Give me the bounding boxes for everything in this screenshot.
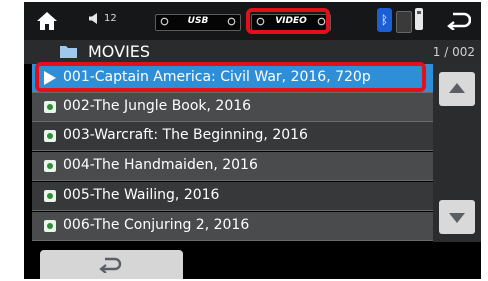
file-title: 005-The Wailing, 2016: [63, 187, 220, 203]
file-row[interactable]: 002-The Jungle Book, 2016: [32, 93, 433, 122]
video-source-highlight: [246, 8, 330, 34]
phone-icon: [396, 11, 412, 33]
video-file-icon: [44, 190, 56, 202]
home-icon[interactable]: [36, 11, 58, 31]
file-row[interactable]: 004-The Handmaiden, 2016: [32, 152, 433, 181]
folder-name: MOVIES: [88, 42, 151, 61]
back-icon[interactable]: [447, 12, 471, 30]
scroll-up-button[interactable]: [439, 72, 475, 106]
scroll-down-button[interactable]: [439, 200, 475, 234]
refresh-icon: [227, 17, 236, 26]
file-title: 002-The Jungle Book, 2016: [63, 98, 252, 114]
file-title: 004-The Handmaiden, 2016: [63, 157, 258, 173]
arrow-up-icon: [449, 83, 465, 93]
playing-row-highlight: [35, 62, 426, 92]
volume-icon: [89, 13, 97, 24]
video-file-icon: [44, 160, 56, 172]
video-file-icon: [44, 101, 56, 113]
file-title: 003-Warcraft: The Beginning, 2016: [63, 127, 308, 143]
folder-header: MOVIES 1 / 002: [24, 40, 481, 64]
file-title: 006-The Conjuring 2, 2016: [63, 217, 250, 233]
bluetooth-icon[interactable]: ᛒ: [377, 8, 392, 32]
folder-icon: [60, 46, 77, 58]
arrow-down-icon: [449, 213, 465, 223]
list-back-button[interactable]: [40, 250, 183, 279]
source-usb-button[interactable]: USB: [155, 14, 241, 31]
scroll-column: [433, 64, 481, 242]
file-row[interactable]: 003-Warcraft: The Beginning, 2016: [32, 122, 433, 151]
head-unit-screen: 12 USB VIDEO ᛒ MOVIES 1 / 002 001-Captai…: [24, 2, 481, 279]
back-icon: [99, 257, 122, 273]
file-row[interactable]: 005-The Wailing, 2016: [32, 182, 433, 211]
video-file-icon: [44, 130, 56, 142]
usb-device-icon: [415, 8, 423, 30]
page-indicator: 1 / 002: [432, 45, 475, 59]
status-bar: 12 USB VIDEO ᛒ: [24, 2, 481, 40]
bottom-bar: [24, 242, 481, 279]
volume-level: 12: [104, 13, 117, 24]
file-row[interactable]: 006-The Conjuring 2, 2016: [32, 212, 433, 241]
video-file-icon: [44, 220, 56, 232]
volume-indicator[interactable]: 12: [88, 13, 117, 24]
